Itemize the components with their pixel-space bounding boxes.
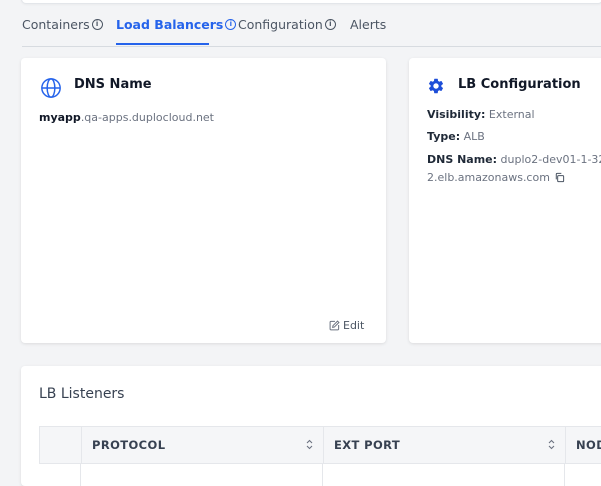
sort-icon: [306, 439, 313, 450]
dns-row-continued: 2.elb.amazonaws.com: [427, 171, 565, 184]
tab-label: Alerts: [350, 17, 387, 32]
column-header-node[interactable]: NODE: [565, 427, 601, 463]
tab-configuration[interactable]: Configuration i: [238, 17, 336, 32]
gear-icon: [428, 78, 444, 94]
dns-row: DNS Name: duplo2-dev01-1-32: [427, 153, 601, 166]
copy-icon[interactable]: [554, 172, 565, 183]
info-icon: i: [91, 19, 103, 30]
edit-label: Edit: [343, 319, 365, 332]
tab-load-balancers[interactable]: Load Balancers i: [116, 17, 237, 32]
visibility-value: External: [488, 108, 535, 121]
column-label: EXT PORT: [334, 438, 401, 452]
dns-value-line1: duplo2-dev01-1-32: [500, 153, 601, 166]
lb-listeners-card: LB Listeners PROTOCOL EXT PORT NODE: [21, 366, 601, 486]
column-header-protocol[interactable]: PROTOCOL: [81, 427, 323, 463]
info-icon: i: [225, 19, 237, 30]
visibility-label: Visibility:: [427, 108, 486, 121]
edit-button[interactable]: Edit: [329, 319, 364, 332]
dns-name-card: DNS Name myapp.qa-apps.duplocloud.net Ed…: [21, 58, 386, 343]
column-header-ext-port[interactable]: EXT PORT: [323, 427, 565, 463]
type-value: ALB: [463, 130, 485, 143]
column-divider: [80, 464, 81, 486]
globe-icon: [41, 78, 61, 98]
dns-subdomain: myapp: [39, 111, 81, 124]
tab-bar: Containers i Load Balancers i Configuratio…: [22, 12, 601, 47]
tab-containers[interactable]: Containers i: [22, 17, 103, 32]
column-divider: [322, 464, 323, 486]
tab-alerts[interactable]: Alerts: [350, 17, 386, 32]
visibility-row: Visibility: External: [427, 108, 535, 121]
edit-icon: [329, 320, 340, 331]
active-tab-indicator: [116, 43, 209, 45]
lb-card-title: LB Configuration: [458, 77, 581, 92]
column-divider: [564, 464, 565, 486]
type-label: Type:: [427, 130, 461, 143]
previous-card-edge: [21, 0, 601, 4]
column-label: PROTOCOL: [92, 438, 166, 452]
table-header: PROTOCOL EXT PORT NODE: [39, 426, 601, 464]
info-icon: i: [324, 19, 336, 30]
sort-icon: [548, 439, 555, 450]
dns-value-line2: 2.elb.amazonaws.com: [427, 171, 550, 184]
lb-configuration-card: LB Configuration Visibility: External Ty…: [409, 58, 601, 343]
column-label: NODE: [576, 438, 601, 452]
dns-label: DNS Name:: [427, 153, 498, 166]
type-row: Type: ALB: [427, 130, 485, 143]
listeners-title: LB Listeners: [39, 386, 125, 402]
dns-domain: .qa-apps.duplocloud.net: [80, 111, 214, 124]
tab-label: Containers: [22, 17, 90, 32]
dns-card-title: DNS Name: [74, 77, 152, 92]
tab-label: Configuration: [238, 17, 323, 32]
tab-label: Load Balancers: [116, 17, 224, 32]
dns-name-value[interactable]: myapp.qa-apps.duplocloud.net: [39, 111, 214, 124]
